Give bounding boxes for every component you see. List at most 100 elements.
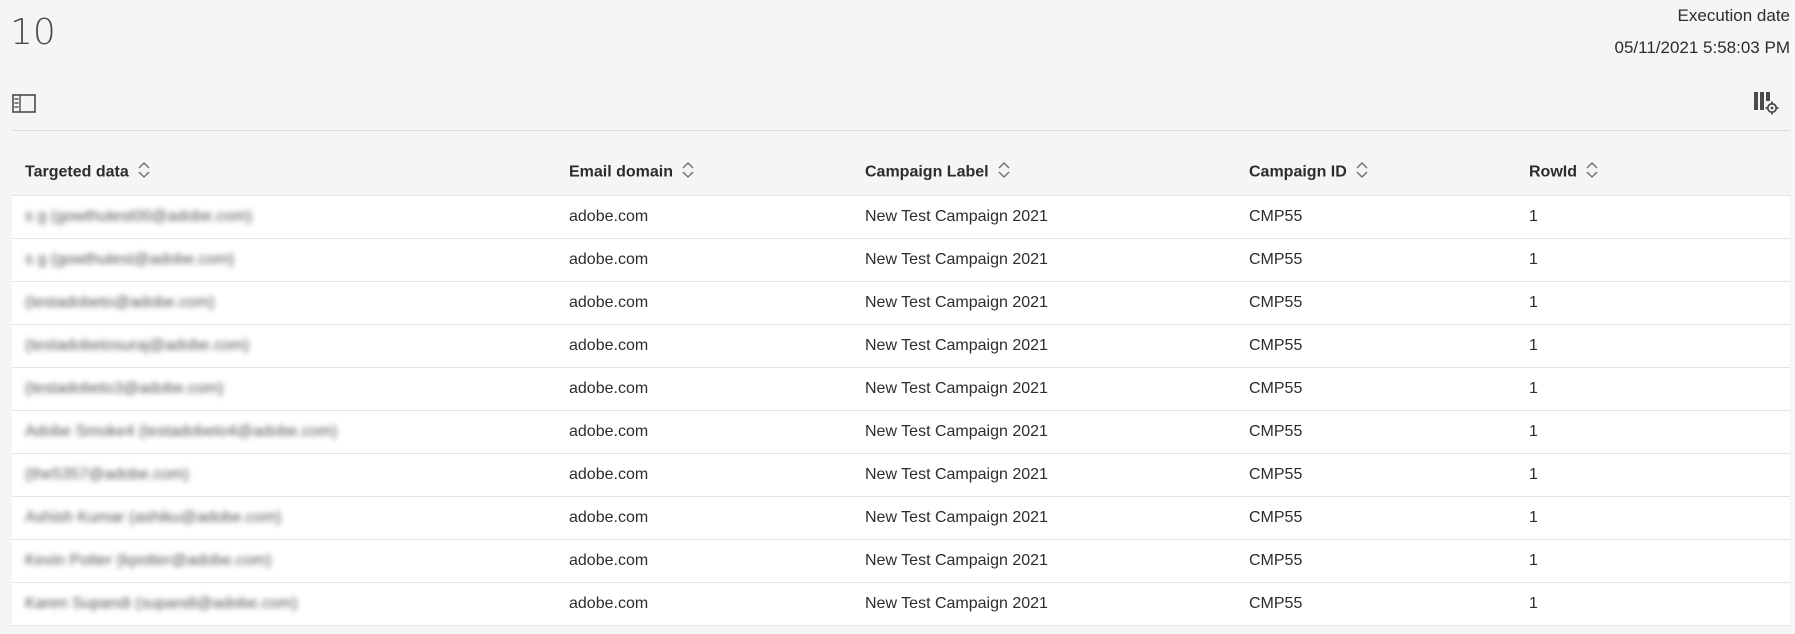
cell-email-domain: adobe.com — [556, 453, 852, 496]
table-toolbar — [0, 90, 1795, 130]
cell-value: 1 — [1529, 379, 1538, 397]
cell-value: s g (gowthutest@adobe.com) — [25, 250, 235, 268]
cell-value: 1 — [1529, 465, 1538, 483]
cell-value: New Test Campaign 2021 — [865, 293, 1048, 311]
cell-rowid: 1 — [1516, 324, 1790, 367]
cell-targeted-data: Karen Supandi (supandi@adobe.com) — [12, 582, 556, 625]
cell-value: (testadobeto3@adobe.com) — [25, 379, 224, 397]
column-header-rowid[interactable]: RowId — [1516, 151, 1790, 195]
column-header-label: Email domain — [569, 163, 674, 181]
sort-chevrons-icon[interactable] — [1585, 160, 1599, 185]
cell-campaign-label: New Test Campaign 2021 — [852, 410, 1236, 453]
cell-rowid: 1 — [1516, 453, 1790, 496]
cell-value: 1 — [1529, 293, 1538, 311]
cell-value: 1 — [1529, 551, 1538, 569]
cell-value: Kevin Potter (kpotter@adobe.com) — [25, 551, 272, 569]
execution-date-label: Execution date — [1677, 6, 1790, 25]
column-header-label: Campaign Label — [865, 163, 989, 181]
execution-date-value: 05/11/2021 5:58:03 PM — [1614, 38, 1791, 57]
cell-rowid: 1 — [1516, 539, 1790, 582]
cell-campaign-label: New Test Campaign 2021 — [852, 453, 1236, 496]
column-header-label: Targeted data — [25, 163, 129, 181]
table-row[interactable]: (testadobeto3@adobe.com) adobe.com New Tes… — [12, 367, 1790, 410]
cell-value: CMP55 — [1249, 379, 1303, 397]
cell-value: New Test Campaign 2021 — [865, 336, 1048, 354]
cell-rowid: 1 — [1516, 496, 1790, 539]
panel-toggle-icon[interactable] — [12, 94, 38, 116]
table-row[interactable]: Ashish Kumar (ashiku@adobe.com) adobe.com… — [12, 496, 1790, 539]
cell-email-domain: adobe.com — [556, 195, 852, 238]
header-row: Targeted data Email domain Campaign Label C… — [12, 151, 1790, 195]
cell-rowid: 1 — [1516, 195, 1790, 238]
cell-targeted-data: Adobe Smoke4 (testadobeto4@adobe.com) — [12, 410, 556, 453]
column-header-label: Campaign ID — [1249, 163, 1347, 181]
table-row[interactable]: (testadobetosuraj@adobe.com) adobe.com New… — [12, 324, 1790, 367]
cell-value: New Test Campaign 2021 — [865, 250, 1048, 268]
cell-rowid: 1 — [1516, 367, 1790, 410]
cell-campaign-id: CMP55 — [1236, 324, 1516, 367]
cell-value: New Test Campaign 2021 — [865, 379, 1048, 397]
cell-campaign-id: CMP55 — [1236, 582, 1516, 625]
cell-value: New Test Campaign 2021 — [865, 594, 1048, 612]
cell-value: s g (gowthutest00@adobe.com) — [25, 207, 253, 225]
cell-value: adobe.com — [569, 594, 649, 612]
cell-email-domain: adobe.com — [556, 281, 852, 324]
sort-chevrons-icon[interactable] — [997, 160, 1011, 185]
cell-value: 1 — [1529, 508, 1538, 526]
column-header-campaign-label[interactable]: Campaign Label — [852, 151, 1236, 195]
cell-campaign-label: New Test Campaign 2021 — [852, 367, 1236, 410]
cell-value: adobe.com — [569, 293, 649, 311]
cell-campaign-id: CMP55 — [1236, 539, 1516, 582]
cell-campaign-label: New Test Campaign 2021 — [852, 195, 1236, 238]
table-header: Targeted data Email domain Campaign Label C… — [12, 151, 1790, 195]
sort-chevrons-icon[interactable] — [137, 160, 151, 185]
table-row[interactable]: Karen Supandi (supandi@adobe.com) adobe.c… — [12, 582, 1790, 625]
cell-targeted-data: (the5357@adobe.com) — [12, 453, 556, 496]
cell-campaign-label: New Test Campaign 2021 — [852, 582, 1236, 625]
cell-value: New Test Campaign 2021 — [865, 422, 1048, 440]
table-row[interactable]: Kevin Potter (kpotter@adobe.com) adobe.co… — [12, 539, 1790, 582]
column-header-campaign-id[interactable]: Campaign ID — [1236, 151, 1516, 195]
column-header-targeted-data[interactable]: Targeted data — [12, 151, 556, 195]
cell-value: CMP55 — [1249, 336, 1303, 354]
cell-value: CMP55 — [1249, 551, 1303, 569]
cell-value: 1 — [1529, 422, 1538, 440]
cell-value: (the5357@adobe.com) — [25, 465, 189, 483]
cell-email-domain: adobe.com — [556, 496, 852, 539]
cell-value: (testadobeto@adobe.com) — [25, 293, 215, 311]
cell-value: 1 — [1529, 207, 1538, 225]
sort-chevrons-icon[interactable] — [1355, 160, 1369, 185]
cell-value: 1 — [1529, 336, 1538, 354]
cell-value: CMP55 — [1249, 250, 1303, 268]
cell-targeted-data: Kevin Potter (kpotter@adobe.com) — [12, 539, 556, 582]
table-body: s g (gowthutest00@adobe.com) adobe.com New… — [12, 195, 1790, 625]
cell-targeted-data: (testadobeto@adobe.com) — [12, 281, 556, 324]
cell-value: adobe.com — [569, 336, 649, 354]
cell-value: adobe.com — [569, 422, 649, 440]
column-settings-icon[interactable] — [1753, 90, 1781, 118]
table-row[interactable]: (the5357@adobe.com) adobe.com New Test Cam… — [12, 453, 1790, 496]
cell-value: 1 — [1529, 250, 1538, 268]
cell-campaign-id: CMP55 — [1236, 281, 1516, 324]
header-divider — [12, 130, 1790, 131]
cell-value: (testadobetosuraj@adobe.com) — [25, 336, 250, 354]
table-row[interactable]: (testadobeto@adobe.com) adobe.com New Test… — [12, 281, 1790, 324]
cell-campaign-label: New Test Campaign 2021 — [852, 238, 1236, 281]
table-row[interactable]: s g (gowthutest@adobe.com) adobe.com New T… — [12, 238, 1790, 281]
cell-email-domain: adobe.com — [556, 539, 852, 582]
sort-chevrons-icon[interactable] — [681, 160, 695, 185]
cell-value: adobe.com — [569, 250, 649, 268]
results-table: Targeted data Email domain Campaign Label C… — [12, 151, 1790, 626]
cell-value: adobe.com — [569, 379, 649, 397]
cell-value: CMP55 — [1249, 422, 1303, 440]
cell-value: adobe.com — [569, 207, 649, 225]
table-row[interactable]: s g (gowthutest00@adobe.com) adobe.com New… — [12, 195, 1790, 238]
table-row[interactable]: Adobe Smoke4 (testadobeto4@adobe.com) ado… — [12, 410, 1790, 453]
cell-targeted-data: s g (gowthutest@adobe.com) — [12, 238, 556, 281]
cell-email-domain: adobe.com — [556, 238, 852, 281]
column-header-email-domain[interactable]: Email domain — [556, 151, 852, 195]
cell-value: CMP55 — [1249, 465, 1303, 483]
cell-campaign-id: CMP55 — [1236, 496, 1516, 539]
execution-info: Execution date 05/11/2021 5:58:03 PM — [1615, 6, 1791, 58]
cell-value: New Test Campaign 2021 — [865, 508, 1048, 526]
